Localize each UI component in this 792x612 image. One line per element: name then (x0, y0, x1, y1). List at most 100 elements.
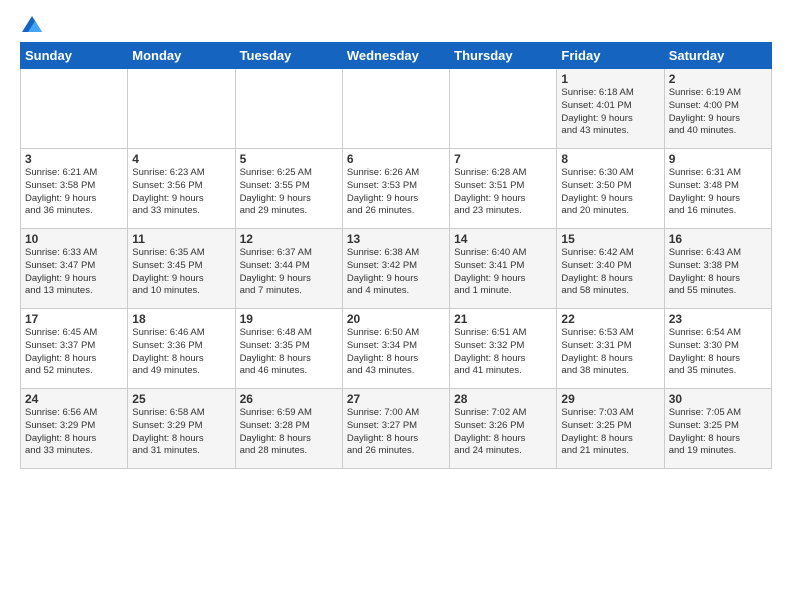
calendar-cell: 30Sunrise: 7:05 AM Sunset: 3:25 PM Dayli… (664, 389, 771, 469)
day-number: 20 (347, 312, 445, 326)
page: SundayMondayTuesdayWednesdayThursdayFrid… (0, 0, 792, 612)
calendar-cell: 21Sunrise: 6:51 AM Sunset: 3:32 PM Dayli… (450, 309, 557, 389)
day-info: Sunrise: 6:51 AM Sunset: 3:32 PM Dayligh… (454, 327, 552, 378)
logo-icon (22, 16, 42, 32)
day-number: 4 (132, 152, 230, 166)
day-info: Sunrise: 6:56 AM Sunset: 3:29 PM Dayligh… (25, 407, 123, 458)
day-number: 3 (25, 152, 123, 166)
calendar-cell: 26Sunrise: 6:59 AM Sunset: 3:28 PM Dayli… (235, 389, 342, 469)
day-info: Sunrise: 6:53 AM Sunset: 3:31 PM Dayligh… (561, 327, 659, 378)
day-number: 26 (240, 392, 338, 406)
day-info: Sunrise: 6:26 AM Sunset: 3:53 PM Dayligh… (347, 167, 445, 218)
calendar-cell (450, 69, 557, 149)
day-number: 10 (25, 232, 123, 246)
day-info: Sunrise: 6:35 AM Sunset: 3:45 PM Dayligh… (132, 247, 230, 298)
header (20, 16, 772, 32)
calendar-cell: 7Sunrise: 6:28 AM Sunset: 3:51 PM Daylig… (450, 149, 557, 229)
calendar-cell: 28Sunrise: 7:02 AM Sunset: 3:26 PM Dayli… (450, 389, 557, 469)
calendar-cell: 25Sunrise: 6:58 AM Sunset: 3:29 PM Dayli… (128, 389, 235, 469)
day-info: Sunrise: 6:31 AM Sunset: 3:48 PM Dayligh… (669, 167, 767, 218)
day-info: Sunrise: 6:40 AM Sunset: 3:41 PM Dayligh… (454, 247, 552, 298)
day-number: 14 (454, 232, 552, 246)
day-number: 8 (561, 152, 659, 166)
day-info: Sunrise: 6:48 AM Sunset: 3:35 PM Dayligh… (240, 327, 338, 378)
day-number: 17 (25, 312, 123, 326)
weekday-sunday: Sunday (21, 43, 128, 69)
weekday-header-row: SundayMondayTuesdayWednesdayThursdayFrid… (21, 43, 772, 69)
calendar-cell: 14Sunrise: 6:40 AM Sunset: 3:41 PM Dayli… (450, 229, 557, 309)
calendar-cell (128, 69, 235, 149)
calendar-cell: 11Sunrise: 6:35 AM Sunset: 3:45 PM Dayli… (128, 229, 235, 309)
day-number: 5 (240, 152, 338, 166)
weekday-tuesday: Tuesday (235, 43, 342, 69)
weekday-thursday: Thursday (450, 43, 557, 69)
day-number: 24 (25, 392, 123, 406)
calendar-cell: 29Sunrise: 7:03 AM Sunset: 3:25 PM Dayli… (557, 389, 664, 469)
day-number: 27 (347, 392, 445, 406)
logo-text (20, 16, 42, 32)
calendar-cell (21, 69, 128, 149)
weekday-wednesday: Wednesday (342, 43, 449, 69)
calendar: SundayMondayTuesdayWednesdayThursdayFrid… (20, 42, 772, 469)
day-info: Sunrise: 7:05 AM Sunset: 3:25 PM Dayligh… (669, 407, 767, 458)
week-row-4: 24Sunrise: 6:56 AM Sunset: 3:29 PM Dayli… (21, 389, 772, 469)
day-number: 9 (669, 152, 767, 166)
day-number: 6 (347, 152, 445, 166)
calendar-cell: 12Sunrise: 6:37 AM Sunset: 3:44 PM Dayli… (235, 229, 342, 309)
day-number: 25 (132, 392, 230, 406)
day-info: Sunrise: 6:43 AM Sunset: 3:38 PM Dayligh… (669, 247, 767, 298)
calendar-cell: 9Sunrise: 6:31 AM Sunset: 3:48 PM Daylig… (664, 149, 771, 229)
calendar-cell: 2Sunrise: 6:19 AM Sunset: 4:00 PM Daylig… (664, 69, 771, 149)
day-number: 23 (669, 312, 767, 326)
calendar-cell: 6Sunrise: 6:26 AM Sunset: 3:53 PM Daylig… (342, 149, 449, 229)
day-number: 13 (347, 232, 445, 246)
day-number: 18 (132, 312, 230, 326)
weekday-friday: Friday (557, 43, 664, 69)
logo (20, 16, 42, 32)
day-info: Sunrise: 6:38 AM Sunset: 3:42 PM Dayligh… (347, 247, 445, 298)
calendar-cell: 3Sunrise: 6:21 AM Sunset: 3:58 PM Daylig… (21, 149, 128, 229)
calendar-cell: 13Sunrise: 6:38 AM Sunset: 3:42 PM Dayli… (342, 229, 449, 309)
day-number: 12 (240, 232, 338, 246)
day-info: Sunrise: 6:50 AM Sunset: 3:34 PM Dayligh… (347, 327, 445, 378)
calendar-cell: 1Sunrise: 6:18 AM Sunset: 4:01 PM Daylig… (557, 69, 664, 149)
calendar-cell: 17Sunrise: 6:45 AM Sunset: 3:37 PM Dayli… (21, 309, 128, 389)
day-number: 28 (454, 392, 552, 406)
weekday-saturday: Saturday (664, 43, 771, 69)
day-info: Sunrise: 6:37 AM Sunset: 3:44 PM Dayligh… (240, 247, 338, 298)
day-info: Sunrise: 6:25 AM Sunset: 3:55 PM Dayligh… (240, 167, 338, 218)
calendar-cell: 15Sunrise: 6:42 AM Sunset: 3:40 PM Dayli… (557, 229, 664, 309)
day-number: 16 (669, 232, 767, 246)
day-number: 30 (669, 392, 767, 406)
day-number: 11 (132, 232, 230, 246)
calendar-cell: 4Sunrise: 6:23 AM Sunset: 3:56 PM Daylig… (128, 149, 235, 229)
calendar-cell: 5Sunrise: 6:25 AM Sunset: 3:55 PM Daylig… (235, 149, 342, 229)
calendar-cell: 24Sunrise: 6:56 AM Sunset: 3:29 PM Dayli… (21, 389, 128, 469)
day-info: Sunrise: 6:23 AM Sunset: 3:56 PM Dayligh… (132, 167, 230, 218)
day-info: Sunrise: 6:58 AM Sunset: 3:29 PM Dayligh… (132, 407, 230, 458)
day-info: Sunrise: 6:19 AM Sunset: 4:00 PM Dayligh… (669, 87, 767, 138)
day-info: Sunrise: 6:18 AM Sunset: 4:01 PM Dayligh… (561, 87, 659, 138)
day-number: 7 (454, 152, 552, 166)
weekday-monday: Monday (128, 43, 235, 69)
calendar-cell: 27Sunrise: 7:00 AM Sunset: 3:27 PM Dayli… (342, 389, 449, 469)
week-row-3: 17Sunrise: 6:45 AM Sunset: 3:37 PM Dayli… (21, 309, 772, 389)
day-info: Sunrise: 6:45 AM Sunset: 3:37 PM Dayligh… (25, 327, 123, 378)
calendar-cell (235, 69, 342, 149)
calendar-cell: 18Sunrise: 6:46 AM Sunset: 3:36 PM Dayli… (128, 309, 235, 389)
calendar-cell: 8Sunrise: 6:30 AM Sunset: 3:50 PM Daylig… (557, 149, 664, 229)
calendar-cell: 20Sunrise: 6:50 AM Sunset: 3:34 PM Dayli… (342, 309, 449, 389)
calendar-cell: 22Sunrise: 6:53 AM Sunset: 3:31 PM Dayli… (557, 309, 664, 389)
day-info: Sunrise: 6:28 AM Sunset: 3:51 PM Dayligh… (454, 167, 552, 218)
day-number: 29 (561, 392, 659, 406)
calendar-cell: 23Sunrise: 6:54 AM Sunset: 3:30 PM Dayli… (664, 309, 771, 389)
calendar-cell (342, 69, 449, 149)
calendar-cell: 19Sunrise: 6:48 AM Sunset: 3:35 PM Dayli… (235, 309, 342, 389)
day-info: Sunrise: 6:59 AM Sunset: 3:28 PM Dayligh… (240, 407, 338, 458)
day-info: Sunrise: 7:03 AM Sunset: 3:25 PM Dayligh… (561, 407, 659, 458)
day-info: Sunrise: 7:00 AM Sunset: 3:27 PM Dayligh… (347, 407, 445, 458)
day-info: Sunrise: 6:46 AM Sunset: 3:36 PM Dayligh… (132, 327, 230, 378)
calendar-cell: 10Sunrise: 6:33 AM Sunset: 3:47 PM Dayli… (21, 229, 128, 309)
week-row-0: 1Sunrise: 6:18 AM Sunset: 4:01 PM Daylig… (21, 69, 772, 149)
day-number: 1 (561, 72, 659, 86)
